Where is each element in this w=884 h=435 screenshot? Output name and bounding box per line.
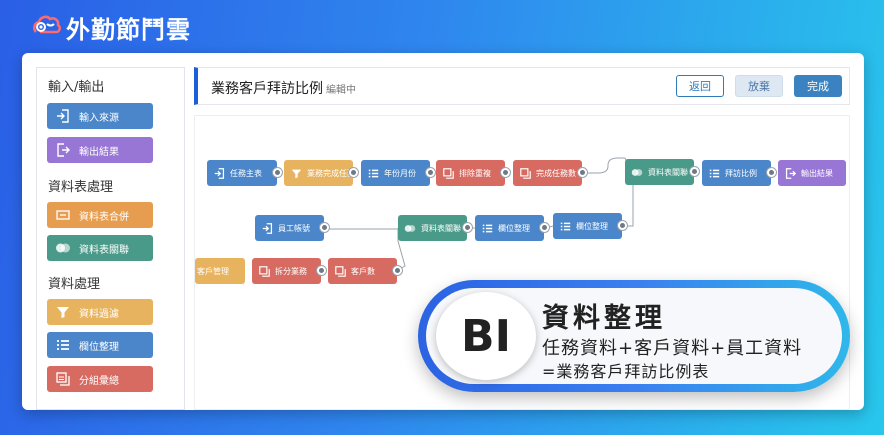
join-icon	[404, 222, 416, 234]
node-label: 拆分業務	[275, 266, 307, 276]
join-icon	[631, 166, 643, 178]
node-port[interactable]	[272, 167, 283, 178]
flow-node[interactable]: 資料表關聯	[625, 159, 700, 185]
node-label: 欄位整理	[498, 223, 530, 233]
node-label: 任務主表	[230, 168, 262, 178]
node-label: 資料表關聯	[421, 223, 461, 233]
node-label: 完成任務數	[536, 168, 576, 178]
group-icon	[55, 371, 71, 387]
badge-line-2: =業務客戶拜訪比例表	[542, 362, 710, 381]
node-port[interactable]	[766, 167, 777, 178]
node-label: 資料表關聯	[648, 167, 688, 177]
tool-output-result[interactable]: 輸出結果	[47, 137, 153, 163]
node-label: 員工帳號	[278, 223, 310, 233]
tool-table-join[interactable]: 資料表關聯	[47, 235, 153, 261]
done-button[interactable]: 完成	[794, 75, 842, 97]
flow-node[interactable]: 拆分業務	[252, 258, 327, 284]
node-port[interactable]	[392, 265, 403, 276]
join-icon	[55, 240, 71, 256]
node-label: 客戶管理	[197, 266, 229, 276]
tool-label: 資料過濾	[79, 308, 119, 320]
tool-label: 輸出結果	[79, 146, 119, 158]
flow-node[interactable]: 業務完成任務	[284, 160, 359, 186]
login-icon	[213, 167, 225, 179]
node-port[interactable]	[425, 167, 436, 178]
tool-table-merge[interactable]: 資料表合併	[47, 202, 153, 228]
flow-node[interactable]: 員工帳號	[255, 215, 330, 241]
back-button[interactable]: 返回	[676, 75, 724, 97]
tool-data-filter[interactable]: 資料過濾	[47, 299, 153, 325]
node-port[interactable]	[319, 222, 330, 233]
logout-icon	[55, 142, 71, 158]
editor-header: 業務客戶拜訪比例 編輯中 返回 放棄 完成	[194, 67, 850, 105]
page-title: 業務客戶拜訪比例 編輯中	[211, 78, 356, 98]
list-icon	[55, 337, 71, 353]
flow-node[interactable]: 任務主表	[207, 160, 283, 186]
bi-badge: BI 資料整理 任務資料+客戶資料+員工資料 =業務客戶拜訪比例表	[418, 280, 850, 392]
section-title-io: 輸入/輸出	[48, 80, 105, 95]
logout-icon	[784, 167, 796, 179]
login-icon	[261, 222, 273, 234]
list-icon	[559, 220, 571, 232]
node-label: 輸出結果	[801, 168, 833, 178]
group-icon	[519, 167, 531, 179]
flow-node[interactable]: 完成任務數	[513, 160, 588, 186]
node-port[interactable]	[539, 222, 550, 233]
list-icon	[367, 167, 379, 179]
cloud-logo-icon	[32, 12, 62, 42]
flow-node[interactable]: 資料表關聯	[398, 215, 473, 241]
bi-logo-text: BI	[461, 310, 511, 362]
filter-icon	[290, 167, 302, 179]
login-icon	[55, 108, 71, 124]
discard-button[interactable]: 放棄	[735, 75, 783, 97]
flow-node[interactable]: 拜訪比例	[702, 160, 777, 186]
node-port[interactable]	[348, 167, 359, 178]
merge-icon	[55, 207, 71, 223]
filter-icon	[55, 304, 71, 320]
tool-sidebar: 輸入/輸出 輸入來源 輸出結果 資料表處理 資料表合併 資料表關聯 資料處理 資…	[36, 67, 185, 410]
tool-column-arrange[interactable]: 欄位整理	[47, 332, 153, 358]
group-icon	[258, 265, 270, 277]
section-title-table: 資料表處理	[48, 180, 114, 195]
flow-node[interactable]: 欄位整理	[475, 215, 550, 241]
flow-node[interactable]: 排除重複	[436, 160, 511, 186]
tool-label: 輸入來源	[79, 112, 119, 124]
flow-node[interactable]: 客戶管理	[195, 258, 245, 284]
node-port[interactable]	[577, 167, 588, 178]
node-port[interactable]	[500, 167, 511, 178]
tool-input-source[interactable]: 輸入來源	[47, 103, 153, 129]
node-label: 欄位整理	[576, 221, 608, 231]
node-label: 排除重複	[459, 168, 491, 178]
node-port[interactable]	[617, 220, 628, 231]
tool-label: 欄位整理	[79, 341, 119, 353]
badge-title: 資料整理	[542, 303, 666, 334]
brand-logo: 外勤節鬥雲	[32, 10, 191, 44]
flow-node[interactable]: 客戶數	[328, 258, 403, 284]
page-title-text: 業務客戶拜訪比例	[211, 81, 323, 97]
section-title-data: 資料處理	[48, 277, 101, 292]
node-port[interactable]	[316, 265, 327, 276]
group-icon	[442, 167, 454, 179]
tool-group-summary[interactable]: 分組彙總	[47, 366, 153, 392]
node-label: 拜訪比例	[725, 168, 757, 178]
group-icon	[334, 265, 346, 277]
bi-logo: BI	[436, 292, 536, 380]
node-label: 客戶數	[351, 266, 375, 276]
node-port[interactable]	[462, 222, 473, 233]
tool-label: 資料表關聯	[79, 244, 129, 256]
node-port[interactable]	[689, 166, 700, 177]
flow-node[interactable]: 年份月份	[361, 160, 436, 186]
brand-name: 外勤節鬥雲	[66, 15, 191, 44]
badge-panel: BI 資料整理 任務資料+客戶資料+員工資料 =業務客戶拜訪比例表	[426, 288, 842, 384]
tool-label: 分組彙總	[79, 375, 119, 387]
status-label: 編輯中	[326, 85, 356, 96]
list-icon	[708, 167, 720, 179]
list-icon	[481, 222, 493, 234]
node-label: 年份月份	[384, 168, 416, 178]
flow-node[interactable]: 欄位整理	[553, 213, 628, 239]
badge-line-1: 任務資料+客戶資料+員工資料	[542, 338, 803, 359]
flow-node[interactable]: 輸出結果	[778, 160, 846, 186]
tool-label: 資料表合併	[79, 211, 129, 223]
